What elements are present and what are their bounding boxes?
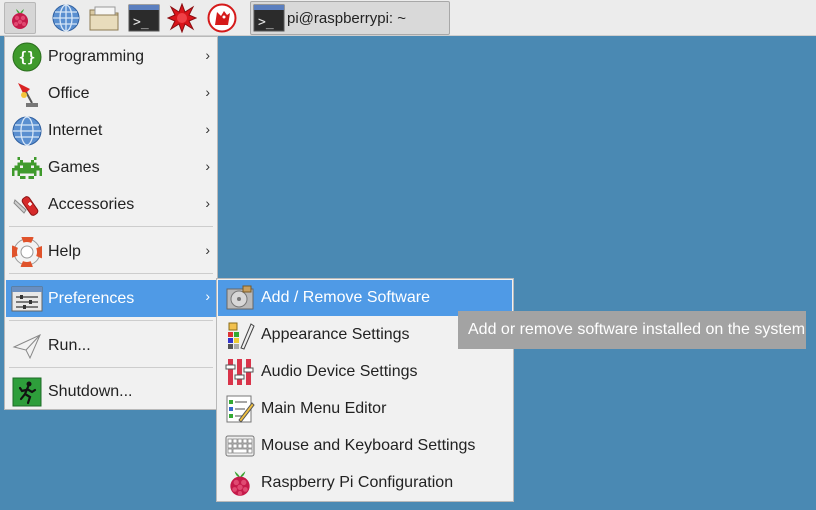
menu-button[interactable] — [4, 2, 36, 34]
add-remove-software-icon — [223, 281, 257, 315]
menu-item-shutdown[interactable]: Shutdown... — [6, 374, 216, 410]
raspberry-menu-icon — [12, 9, 28, 29]
chevron-right-icon: › — [205, 288, 210, 304]
menu-separator — [9, 320, 213, 321]
terminal-launcher[interactable]: >_ — [128, 2, 160, 34]
menu-item-help[interactable]: Help › — [6, 234, 216, 270]
window-title: pi@raspberrypi: ~ — [287, 9, 407, 27]
menu-editor-icon — [223, 392, 257, 426]
shutdown-exit-icon — [10, 375, 44, 409]
menu-item-preferences[interactable]: Preferences › — [6, 280, 216, 317]
menu-item-run[interactable]: Run... — [6, 328, 216, 364]
terminal-icon: >_ — [253, 4, 285, 32]
file-manager-launcher[interactable] — [88, 2, 120, 34]
audio-settings-icon — [223, 355, 257, 389]
chevron-right-icon: › — [205, 195, 210, 211]
internet-globe-icon — [10, 114, 44, 148]
tooltip: Add or remove software installed on the … — [458, 311, 806, 349]
main-menu: {} Programming › Office › Internet › Gam… — [4, 36, 218, 410]
svg-text:{}: {} — [19, 50, 36, 66]
help-lifebuoy-icon — [10, 235, 44, 269]
mathematica-launcher[interactable] — [166, 2, 198, 34]
wolfram-icon — [207, 3, 237, 33]
wolfram-launcher[interactable] — [206, 2, 238, 34]
chevron-right-icon: › — [205, 158, 210, 174]
submenu-item-main-menu-editor[interactable]: Main Menu Editor — [218, 391, 512, 427]
menu-separator — [9, 273, 213, 274]
chevron-right-icon: › — [205, 47, 210, 63]
web-browser-launcher[interactable] — [50, 2, 82, 34]
games-invader-icon — [10, 151, 44, 185]
web-browser-icon — [52, 4, 80, 32]
submenu-item-mouse-keyboard-settings[interactable]: Mouse and Keyboard Settings — [218, 428, 512, 464]
office-icon — [10, 77, 44, 111]
mathematica-icon — [167, 3, 197, 33]
keyboard-icon — [223, 429, 257, 463]
run-paperplane-icon — [10, 329, 44, 363]
submenu-item-raspberry-pi-configuration[interactable]: Raspberry Pi Configuration — [218, 465, 512, 501]
chevron-right-icon: › — [205, 121, 210, 137]
chevron-right-icon: › — [205, 84, 210, 100]
menu-item-office[interactable]: Office › — [6, 76, 216, 112]
accessories-knife-icon — [10, 188, 44, 222]
programming-icon: {} — [10, 40, 44, 74]
submenu-item-audio-device-settings[interactable]: Audio Device Settings — [218, 354, 512, 390]
menu-item-games[interactable]: Games › — [6, 150, 216, 186]
taskbar: >_ >_ pi@raspberrypi: ~ — [0, 0, 816, 36]
menu-item-internet[interactable]: Internet › — [6, 113, 216, 149]
svg-text:>_: >_ — [258, 15, 274, 30]
raspberry-config-icon — [223, 466, 257, 500]
taskbar-window-terminal[interactable]: >_ pi@raspberrypi: ~ — [250, 1, 450, 35]
menu-item-accessories[interactable]: Accessories › — [6, 187, 216, 223]
terminal-icon: >_ — [128, 4, 160, 32]
menu-item-programming[interactable]: {} Programming › — [6, 39, 216, 75]
menu-separator — [9, 226, 213, 227]
appearance-settings-icon — [223, 318, 257, 352]
file-manager-icon — [89, 6, 119, 31]
menu-separator — [9, 367, 213, 368]
preferences-icon — [10, 282, 44, 316]
svg-text:>_: >_ — [133, 15, 149, 30]
chevron-right-icon: › — [205, 242, 210, 258]
